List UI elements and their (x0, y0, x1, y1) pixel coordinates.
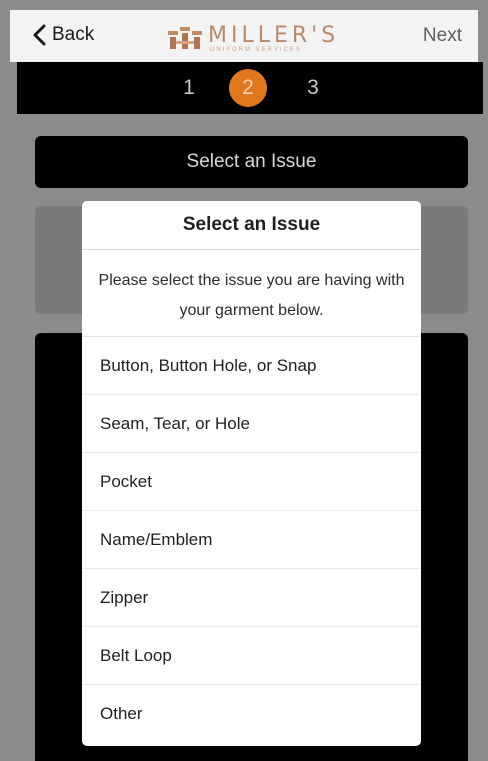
app-screen: Back MILLER'S UNIFORM SERVICES Next 1 2 … (0, 0, 488, 761)
option-belt-loop[interactable]: Belt Loop (82, 627, 421, 685)
modal-title: Select an Issue (82, 201, 421, 250)
step-2-current[interactable]: 2 (229, 69, 267, 107)
millers-logo: MILLER'S UNIFORM SERVICES (168, 19, 348, 55)
option-name-emblem[interactable]: Name/Emblem (82, 511, 421, 569)
back-label: Back (52, 24, 95, 45)
select-issue-button[interactable]: Select an Issue (35, 136, 468, 188)
option-seam-tear-hole[interactable]: Seam, Tear, or Hole (82, 395, 421, 453)
step-1[interactable]: 1 (176, 76, 202, 100)
option-pocket[interactable]: Pocket (82, 453, 421, 511)
logo-mark-icon (168, 27, 202, 49)
select-issue-modal: Select an Issue Please select the issue … (82, 201, 421, 746)
option-button-button-hole-snap[interactable]: Button, Button Hole, or Snap (82, 337, 421, 395)
back-button[interactable]: Back (32, 24, 94, 46)
logo-text: MILLER'S (208, 23, 340, 48)
logo-subtext: UNIFORM SERVICES (210, 47, 302, 53)
chevron-left-icon (32, 24, 46, 46)
step-3[interactable]: 3 (300, 76, 326, 100)
modal-message: Please select the issue you are having w… (82, 250, 421, 337)
step-indicator: 1 2 3 (17, 62, 483, 114)
option-other[interactable]: Other (82, 685, 421, 743)
option-zipper[interactable]: Zipper (82, 569, 421, 627)
navigation-bar: Back MILLER'S UNIFORM SERVICES Next (10, 10, 478, 62)
next-button[interactable]: Next (423, 25, 462, 47)
